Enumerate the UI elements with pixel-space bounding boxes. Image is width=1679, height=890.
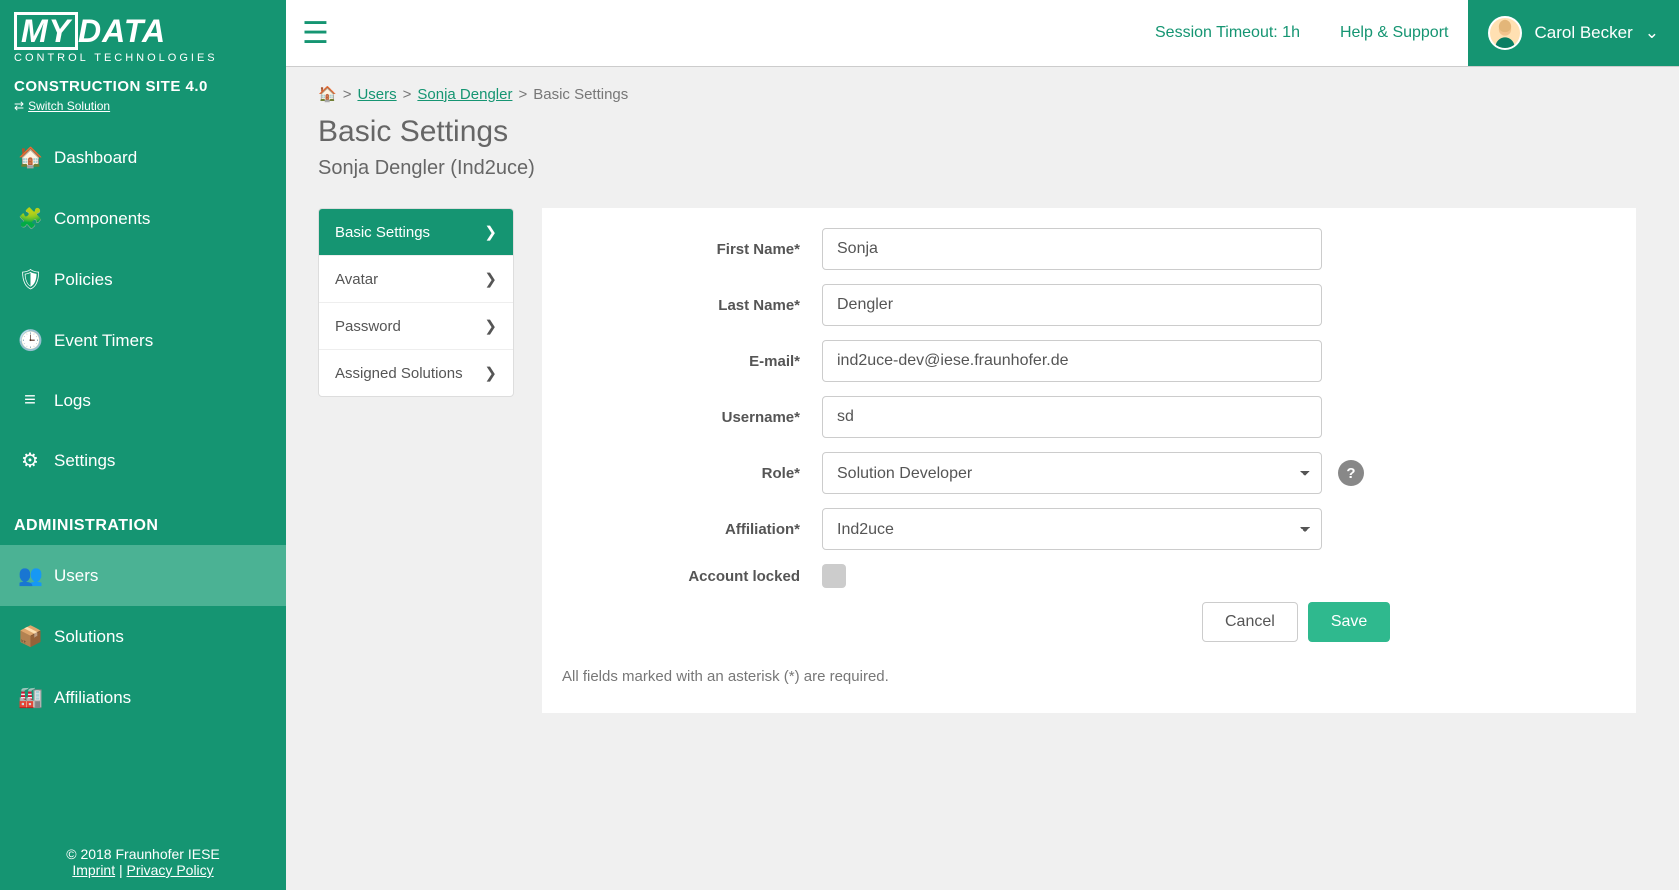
session-timeout: Session Timeout: 1h [1135, 24, 1320, 42]
affiliation-select[interactable]: Ind2uce [822, 508, 1322, 550]
form-panel: First Name* Last Name* E-mail* Username*… [542, 208, 1636, 713]
sidebar-item-label: Solutions [54, 627, 124, 647]
solution-block: CONSTRUCTION SITE 4.0 ⇄ Switch Solution [0, 70, 286, 127]
subnav: Basic Settings ❯ Avatar ❯ Password ❯ Ass… [318, 208, 514, 397]
admin-nav: 👥 Users 📦 Solutions 🏭 Affiliations [0, 545, 286, 728]
username-field[interactable] [822, 396, 1322, 438]
sidebar-item-label: Dashboard [54, 148, 137, 168]
puzzle-icon: 🧩 [18, 206, 42, 231]
user-menu[interactable]: Carol Becker ⌄ [1468, 0, 1679, 66]
logo-subtitle: CONTROL TECHNOLOGIES [14, 52, 272, 64]
avatar-icon [1488, 16, 1522, 50]
sidebar-item-label: Components [54, 209, 150, 229]
hamburger-icon[interactable]: ☰ [302, 16, 329, 51]
label-username: Username* [562, 409, 822, 426]
breadcrumb-current: Basic Settings [533, 86, 628, 103]
footer: © 2018 Fraunhofer IESE Imprint | Privacy… [0, 834, 286, 890]
chevron-right-icon: ❯ [484, 317, 497, 335]
role-select[interactable]: Solution Developer [822, 452, 1322, 494]
logo-data: DATA [78, 13, 166, 49]
breadcrumb-user[interactable]: Sonja Dengler [417, 86, 512, 103]
label-last-name: Last Name* [562, 297, 822, 314]
subnav-avatar[interactable]: Avatar ❯ [319, 256, 513, 303]
chevron-right-icon: ❯ [484, 364, 497, 382]
logo-my: MY [14, 12, 78, 50]
sidebar-item-label: Settings [54, 451, 115, 471]
breadcrumb-users[interactable]: Users [357, 86, 396, 103]
clock-icon: 🕒 [18, 328, 42, 353]
switch-icon: ⇄ [14, 99, 24, 113]
subnav-password[interactable]: Password ❯ [319, 303, 513, 350]
sidebar-item-users[interactable]: 👥 Users [0, 545, 286, 606]
email-field[interactable] [822, 340, 1322, 382]
copyright: © 2018 Fraunhofer IESE [12, 846, 274, 862]
sidebar-item-affiliations[interactable]: 🏭 Affiliations [0, 667, 286, 728]
subnav-label: Avatar [335, 271, 378, 288]
subnav-label: Assigned Solutions [335, 365, 463, 382]
user-name: Carol Becker [1534, 23, 1632, 43]
subnav-basic-settings[interactable]: Basic Settings ❯ [319, 209, 513, 256]
shield-icon: 🛡 [18, 267, 42, 292]
sidebar-item-solutions[interactable]: 📦 Solutions [0, 606, 286, 667]
cancel-button[interactable]: Cancel [1202, 602, 1298, 642]
cubes-icon: 📦 [18, 624, 42, 649]
logo: MYDATA CONTROL TECHNOLOGIES [0, 0, 286, 70]
subnav-assigned-solutions[interactable]: Assigned Solutions ❯ [319, 350, 513, 396]
label-locked: Account locked [562, 568, 822, 585]
help-icon[interactable]: ? [1338, 460, 1364, 486]
chevron-right-icon: ❯ [484, 270, 497, 288]
sidebar-item-components[interactable]: 🧩 Components [0, 188, 286, 249]
building-icon: 🏭 [18, 685, 42, 710]
switch-solution-link[interactable]: Switch Solution [28, 99, 110, 113]
users-icon: 👥 [18, 563, 42, 588]
required-note: All fields marked with an asterisk (*) a… [562, 668, 1556, 685]
content: 🏠 > Users > Sonja Dengler > Basic Settin… [286, 67, 1679, 731]
imprint-link[interactable]: Imprint [72, 862, 115, 878]
sidebar-item-label: Event Timers [54, 331, 153, 351]
first-name-field[interactable] [822, 228, 1322, 270]
gears-icon: ⚙ [18, 448, 42, 473]
sidebar-item-label: Policies [54, 270, 113, 290]
admin-header: ADMINISTRATION [0, 491, 286, 545]
sidebar: MYDATA CONTROL TECHNOLOGIES CONSTRUCTION… [0, 0, 286, 890]
solution-title: CONSTRUCTION SITE 4.0 [14, 78, 272, 95]
chevron-right-icon: ❯ [484, 223, 497, 241]
save-button[interactable]: Save [1308, 602, 1390, 642]
topbar: ☰ Session Timeout: 1h Help & Support Car… [286, 0, 1679, 67]
breadcrumb: 🏠 > Users > Sonja Dengler > Basic Settin… [318, 85, 1647, 103]
sidebar-item-logs[interactable]: ≡ Logs [0, 371, 286, 430]
label-email: E-mail* [562, 353, 822, 370]
last-name-field[interactable] [822, 284, 1322, 326]
chevron-down-icon: ⌄ [1645, 23, 1659, 43]
sidebar-item-policies[interactable]: 🛡 Policies [0, 249, 286, 310]
account-locked-checkbox[interactable] [822, 564, 846, 588]
privacy-link[interactable]: Privacy Policy [127, 862, 214, 878]
home-icon[interactable]: 🏠 [318, 85, 337, 103]
page-title: Basic Settings [318, 115, 1647, 149]
sidebar-item-settings[interactable]: ⚙ Settings [0, 430, 286, 491]
label-role: Role* [562, 465, 822, 482]
subnav-label: Basic Settings [335, 224, 430, 241]
main-nav: 🏠 Dashboard 🧩 Components 🛡 Policies 🕒 Ev… [0, 127, 286, 491]
subnav-label: Password [335, 318, 401, 335]
home-icon: 🏠 [18, 145, 42, 170]
sidebar-item-label: Logs [54, 391, 91, 411]
sidebar-item-event-timers[interactable]: 🕒 Event Timers [0, 310, 286, 371]
label-first-name: First Name* [562, 241, 822, 258]
sidebar-item-label: Users [54, 566, 98, 586]
sidebar-item-dashboard[interactable]: 🏠 Dashboard [0, 127, 286, 188]
list-icon: ≡ [18, 389, 42, 412]
help-support-link[interactable]: Help & Support [1320, 24, 1469, 42]
page-subtitle: Sonja Dengler (Ind2uce) [318, 157, 1647, 180]
label-affiliation: Affiliation* [562, 521, 822, 538]
sidebar-item-label: Affiliations [54, 688, 131, 708]
main: ☰ Session Timeout: 1h Help & Support Car… [286, 0, 1679, 890]
